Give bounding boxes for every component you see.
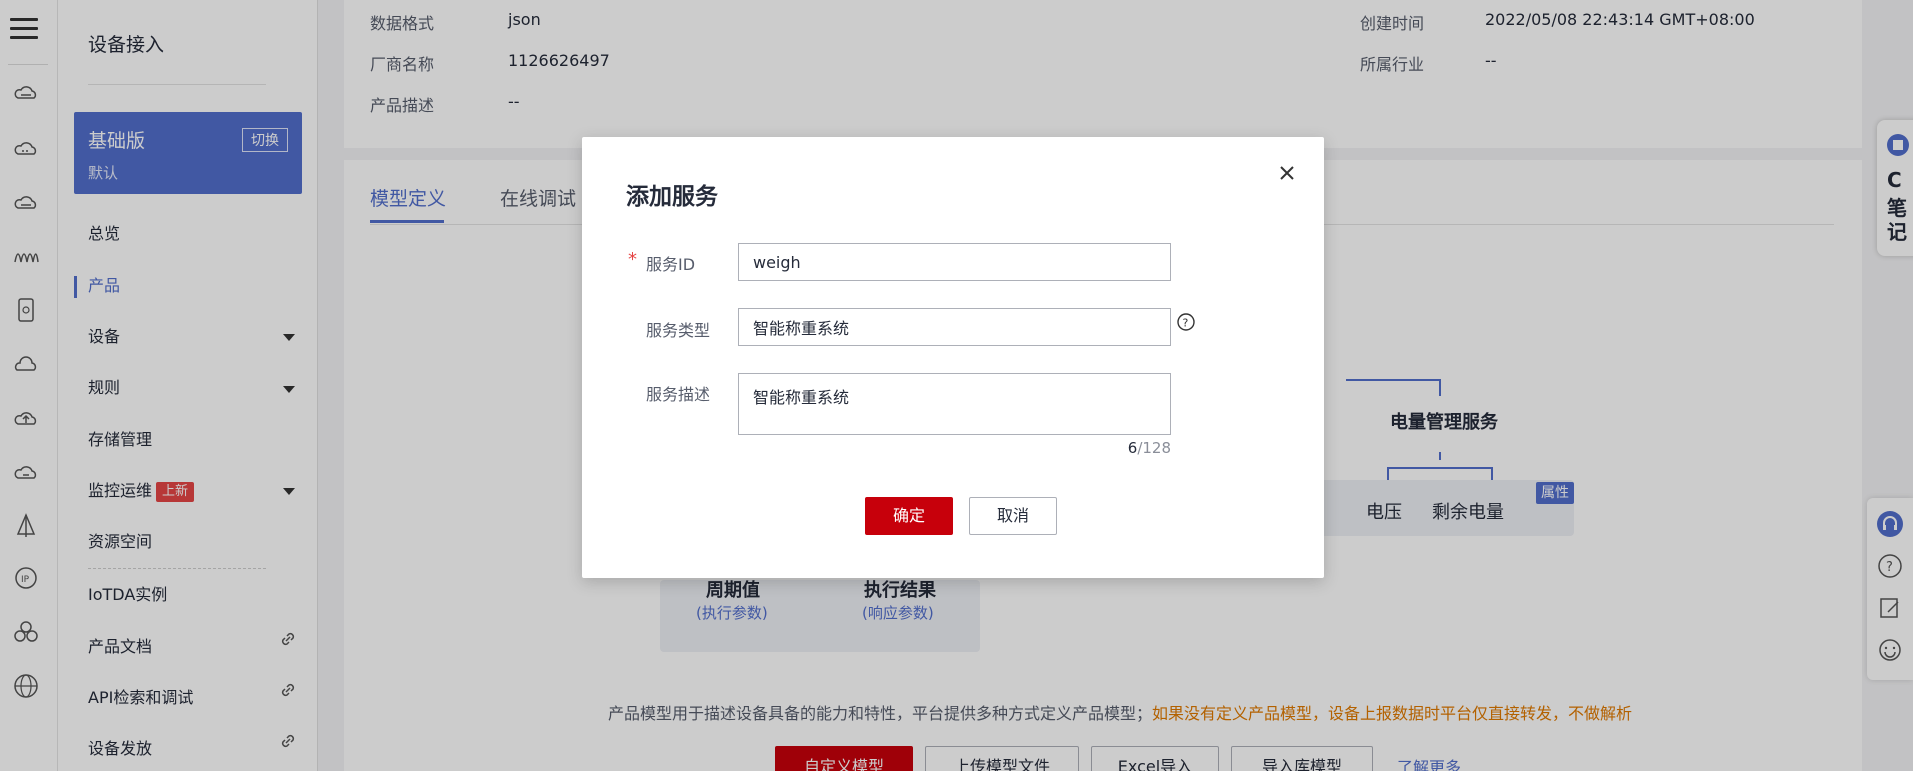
- help-circle-icon[interactable]: ?: [1176, 312, 1196, 332]
- close-icon[interactable]: [1275, 161, 1299, 185]
- service-id-label: 服务ID: [646, 255, 696, 274]
- confirm-button[interactable]: 确定: [865, 497, 953, 535]
- char-counter-max: /128: [1137, 439, 1171, 457]
- add-service-dialog: 添加服务 * 服务ID 服务类型 ? 服务描述 智能称重系统 6/128 确定 …: [582, 137, 1324, 578]
- required-asterisk: *: [628, 249, 637, 270]
- service-desc-label: 服务描述: [646, 385, 711, 404]
- service-type-input[interactable]: [738, 308, 1171, 346]
- char-counter: 6/128: [1122, 439, 1171, 457]
- cancel-button[interactable]: 取消: [969, 497, 1057, 535]
- service-desc-textarea[interactable]: 智能称重系统: [738, 373, 1171, 435]
- char-counter-current: 6: [1127, 439, 1138, 457]
- service-type-label: 服务类型: [646, 321, 711, 340]
- service-id-input[interactable]: [738, 243, 1171, 281]
- dialog-title: 添加服务: [626, 184, 718, 210]
- svg-text:?: ?: [1183, 317, 1189, 330]
